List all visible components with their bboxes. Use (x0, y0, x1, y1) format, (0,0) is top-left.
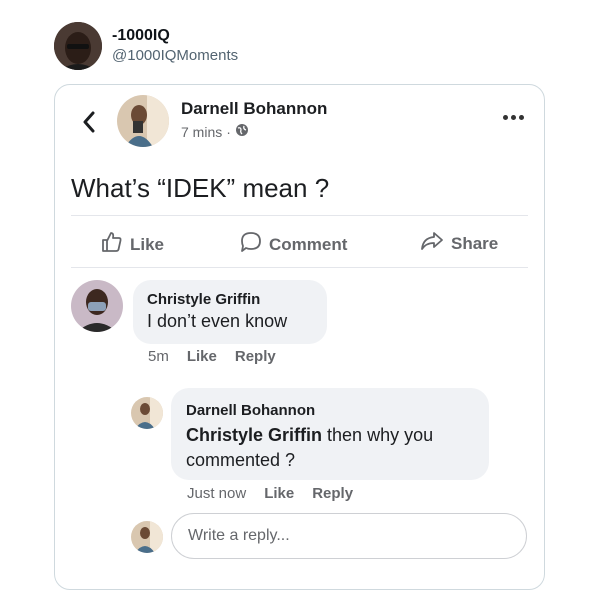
comment-button[interactable]: Comment (240, 231, 347, 258)
post-text: What’s “IDEK” mean ? (71, 173, 330, 203)
write-reply-input[interactable]: Write a reply... (171, 513, 527, 559)
divider (71, 267, 528, 268)
reply-like-button[interactable]: Like (264, 485, 294, 502)
comment-time[interactable]: 5m (148, 348, 169, 365)
tweet-header: -1000IQ @1000IQMoments (54, 22, 238, 70)
comment-actions: 5m Like Reply (148, 348, 276, 365)
divider (71, 215, 528, 216)
comment-bubble: Christyle Griffin I don’t even know (133, 280, 327, 344)
thumbs-up-icon (101, 231, 123, 258)
globe-icon (235, 123, 249, 140)
current-user-avatar (131, 521, 163, 553)
tweet-avatar[interactable] (54, 22, 102, 70)
like-label: Like (130, 234, 165, 254)
share-button[interactable]: Share (420, 231, 498, 256)
reply-reply-button[interactable]: Reply (312, 485, 353, 502)
reply-time[interactable]: Just now (187, 485, 246, 502)
share-label: Share (451, 233, 499, 253)
meta-separator: · (226, 123, 231, 140)
post-time[interactable]: 7 mins (181, 124, 222, 140)
tweet-handle[interactable]: @1000IQMoments (112, 46, 238, 66)
post-author-name[interactable]: Darnell Bohannon (181, 99, 327, 119)
reply-text: Christyle Griffin then why you commented… (186, 423, 481, 473)
like-button[interactable]: Like (101, 231, 164, 258)
back-chevron-icon[interactable] (79, 109, 99, 135)
comment-icon (240, 231, 262, 258)
comment-text: I don’t even know (147, 311, 288, 331)
reply-author[interactable]: Darnell Bohannon (186, 402, 315, 419)
reply-bubble: Darnell Bohannon Christyle Griffin then … (171, 388, 489, 480)
post-meta: 7 mins · (181, 123, 249, 140)
share-arrow-icon (420, 231, 444, 256)
reply-actions: Just now Like Reply (187, 485, 353, 502)
reply-placeholder: Write a reply... (188, 527, 290, 544)
facebook-post-card: Darnell Bohannon 7 mins · What’s “IDEK” … (54, 84, 545, 590)
tweet-display-name[interactable]: -1000IQ (112, 26, 238, 46)
comment-like-button[interactable]: Like (187, 348, 217, 365)
commenter-avatar[interactable] (71, 280, 123, 332)
post-author-avatar[interactable] (117, 95, 169, 147)
reply-mention[interactable]: Christyle Griffin (186, 425, 322, 445)
more-dots-icon[interactable] (503, 115, 524, 120)
comment-reply-button[interactable]: Reply (235, 348, 276, 365)
reply-author-avatar[interactable] (131, 397, 163, 429)
comment-label: Comment (269, 234, 348, 254)
comment-author[interactable]: Christyle Griffin (147, 291, 260, 308)
